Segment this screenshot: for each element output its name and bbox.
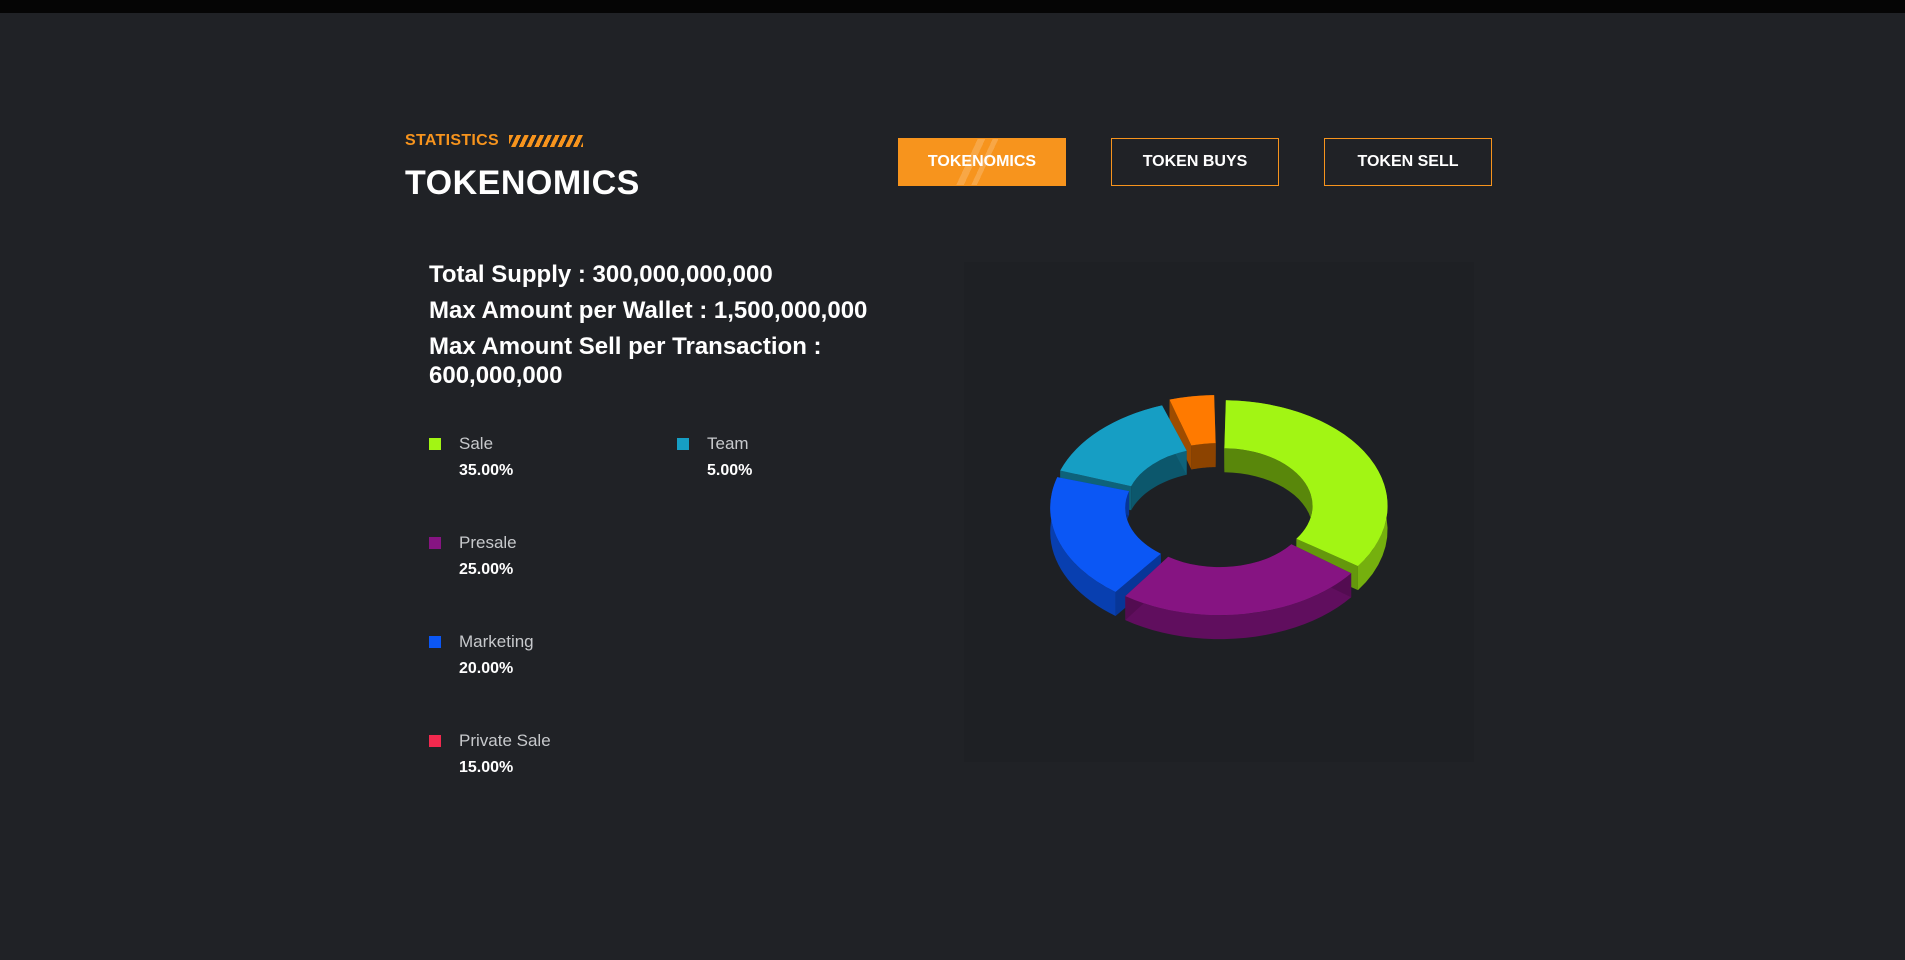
legend-percent: 25.00% (459, 561, 514, 578)
section-header: STATISTICS TOKENOMICS (405, 128, 640, 203)
eyebrow-label: STATISTICS (405, 132, 499, 149)
stripes-decoration-icon (508, 135, 583, 147)
total-supply: Total Supply : 300,000,000,000 (429, 261, 773, 288)
legend-item-team: Team 5.00% (677, 434, 897, 480)
legend-name: Private Sale (459, 731, 551, 750)
legend-item-presale: Presale 25.00% (429, 533, 649, 579)
tab-token-sell[interactable]: TOKEN SELL (1324, 138, 1492, 186)
legend-swatch (429, 438, 441, 450)
tokenomics-donut-chart (1050, 395, 1388, 640)
legend-swatch (429, 636, 441, 648)
supply-stats: Total Supply : 300,000,000,000 Max Amoun… (429, 260, 949, 390)
legend-percent: 15.00% (459, 759, 514, 776)
tab-token-buys[interactable]: TOKEN BUYS (1111, 138, 1279, 186)
max-sell-amount: Max Amount Sell per Transaction : 600,00… (429, 332, 949, 390)
donut-inner-wall (1191, 443, 1216, 470)
legend-name: Marketing (459, 632, 534, 651)
legend-percent: 20.00% (459, 660, 514, 677)
legend-swatch (429, 537, 441, 549)
section-eyebrow: STATISTICS (405, 128, 640, 154)
legend-item-sale: Sale 35.00% (429, 434, 649, 480)
chart-legend: Sale 35.00% Team 5.00% Presale 25.00% Ma… (429, 434, 949, 794)
legend-percent: 35.00% (459, 462, 514, 479)
legend-percent: 5.00% (707, 462, 753, 479)
max-sell-label: Max Amount Sell per Transaction : (429, 333, 822, 360)
legend-item-marketing: Marketing 20.00% (429, 632, 649, 678)
legend-swatch (677, 438, 689, 450)
legend-name: Sale (459, 434, 494, 453)
legend-name: Team (707, 434, 749, 453)
page-title: TOKENOMICS (405, 164, 640, 202)
max-sell-value: 600,000,000 (429, 362, 563, 389)
tab-tokenomics[interactable]: TOKENOMICS (898, 138, 1066, 186)
legend-swatch (429, 735, 441, 747)
donut-top-face (1224, 400, 1388, 567)
max-wallet-amount: Max Amount per Wallet : 1,500,000,000 (429, 297, 868, 324)
tab-bar: TOKENOMICS TOKEN BUYS TOKEN SELL (898, 138, 1492, 186)
legend-name: Presale (459, 533, 517, 552)
legend-item-private-sale: Private Sale 15.00% (429, 731, 649, 777)
top-bar (0, 0, 1905, 13)
chart-panel (964, 262, 1474, 762)
